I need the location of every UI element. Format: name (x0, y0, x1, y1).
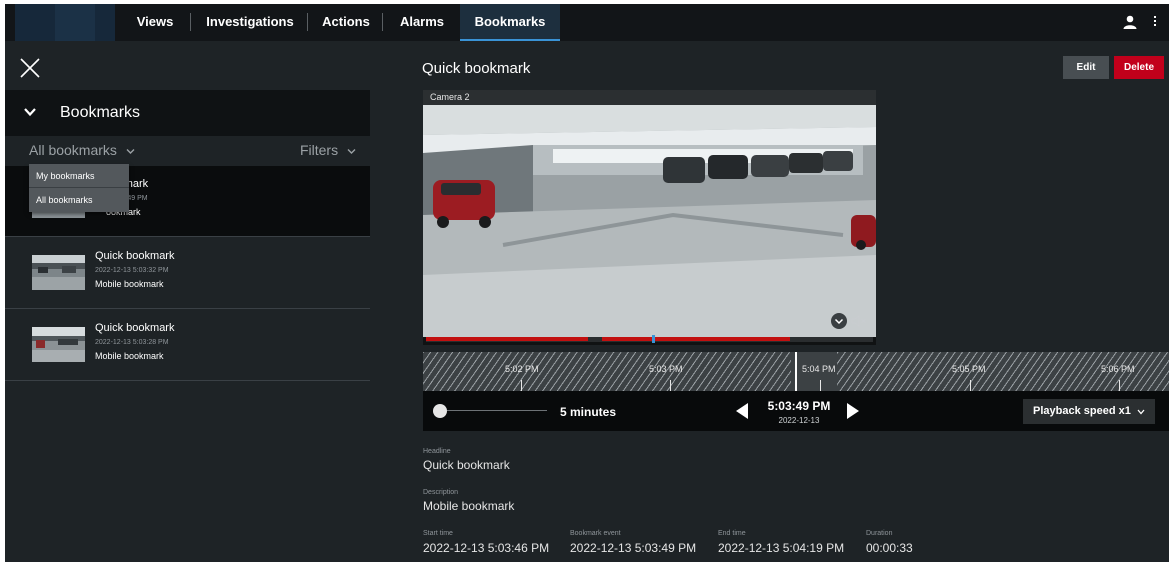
timeline-tick (970, 380, 971, 391)
nav-views[interactable]: Views (127, 4, 183, 41)
nav-investigations[interactable]: Investigations (201, 4, 299, 41)
playback-speed-label: Playback speed x1 (1033, 405, 1131, 417)
chevron-down-icon (126, 149, 135, 154)
next-icon[interactable] (847, 403, 859, 419)
app-logo (15, 4, 115, 41)
end-time-label: End time (718, 530, 746, 537)
bookmark-thumbnail (32, 255, 85, 290)
previous-icon[interactable] (736, 403, 748, 419)
end-time-value: 2022-12-13 5:04:19 PM (718, 541, 845, 555)
nav-separator (382, 13, 383, 31)
bookmark-time: 2022-12-13 5:03:28 PM (95, 339, 169, 346)
description-label: Description (423, 489, 459, 496)
timespan-slider-handle[interactable] (433, 404, 447, 418)
timeline-cursor[interactable] (795, 352, 797, 391)
headline-value: Quick bookmark (423, 458, 510, 472)
playback-controls: 5 minutes 5:03:49 PM 2022-12-13 Playback… (423, 391, 1169, 431)
bookmark-item[interactable]: Quick bookmark 2022-12-13 5:03:28 PM Mob… (5, 310, 370, 381)
timeline-tick (521, 380, 522, 391)
chevron-down-icon (347, 149, 356, 154)
nav-actions[interactable]: Actions (318, 4, 374, 41)
video-progress-bar[interactable] (426, 335, 873, 343)
nav-separator (307, 13, 308, 31)
chevron-down-icon (24, 108, 36, 117)
detail-title: Quick bookmark (422, 60, 531, 77)
timeline-label: 5:06 PM (1101, 364, 1135, 374)
app-window: Views Investigations Actions Alarms Book… (5, 4, 1169, 562)
bookmark-event-label: Bookmark event (570, 530, 621, 537)
dropdown-option-all-bookmarks[interactable]: All bookmarks (29, 188, 129, 212)
duration-value: 00:00:33 (866, 541, 913, 555)
top-navigation: Views Investigations Actions Alarms Book… (5, 4, 1169, 41)
filters-label: Filters (299, 142, 339, 158)
bookmark-item[interactable]: Quick bookmark 2022-12-13 5:03:32 PM Mob… (5, 238, 370, 309)
progress-segment (426, 337, 588, 341)
current-time: 5:03:49 PM (767, 399, 831, 413)
timeline-tick (670, 380, 671, 391)
duration-label: Duration (866, 530, 893, 537)
start-time-value: 2022-12-13 5:03:46 PM (423, 541, 550, 555)
video-frame (423, 105, 876, 337)
headline-label: Headline (423, 448, 451, 455)
bookmark-title: Quick bookmark (95, 322, 175, 334)
close-icon[interactable] (19, 57, 41, 79)
timeline-label: 5:05 PM (952, 364, 986, 374)
progress-marker (652, 335, 655, 343)
bookmark-description: Mobile bookmark (95, 279, 164, 289)
dropdown-option-my-bookmarks[interactable]: My bookmarks (29, 164, 129, 188)
playback-speed-select[interactable]: Playback speed x1 (1023, 399, 1155, 424)
progress-segment (602, 337, 790, 341)
chevron-down-icon (1137, 409, 1145, 415)
bookmark-description: Mobile bookmark (95, 351, 164, 361)
video-player[interactable]: Camera 2 (423, 90, 876, 345)
timeline-hatch (423, 352, 791, 391)
filters-toggle[interactable]: Filters (300, 142, 356, 158)
bookmarks-header-title: Bookmarks (60, 104, 141, 121)
bookmark-thumbnail (32, 327, 85, 362)
bookmarks-header[interactable]: Bookmarks (5, 90, 370, 136)
bookmark-event-value: 2022-12-13 5:03:49 PM (570, 541, 697, 555)
timespan-slider-track[interactable] (437, 410, 547, 411)
edit-button[interactable]: Edit (1063, 56, 1109, 79)
timeline-tick (1119, 380, 1120, 391)
timeline-label: 5:04 PM (802, 364, 836, 374)
nav-alarms[interactable]: Alarms (393, 4, 451, 41)
bookmark-scope-dropdown: My bookmarks All bookmarks (29, 164, 129, 212)
user-icon[interactable] (1123, 15, 1137, 29)
delete-button[interactable]: Delete (1114, 56, 1164, 79)
camera-bar: Camera 2 (423, 90, 876, 105)
bookmarks-panel: Bookmarks All bookmarks Filters ookmark … (5, 90, 370, 562)
bookmark-time: 2022-12-13 5:03:32 PM (95, 267, 169, 274)
more-menu-icon[interactable] (1152, 14, 1158, 30)
timeline-label: 5:02 PM (505, 364, 539, 374)
video-overlay-controls (830, 312, 870, 330)
current-date: 2022-12-13 (778, 416, 820, 425)
timespan-label: 5 minutes (560, 405, 617, 419)
nav-bookmarks[interactable]: Bookmarks (460, 4, 560, 41)
bookmark-scope-select[interactable]: All bookmarks (29, 142, 135, 158)
bookmark-scope-value: All bookmarks (29, 142, 117, 158)
timeline-tick (820, 380, 821, 391)
timeline-label: 5:03 PM (649, 364, 683, 374)
description-value: Mobile bookmark (423, 499, 515, 513)
filter-row: All bookmarks Filters (5, 136, 370, 166)
bookmark-title: Quick bookmark (95, 250, 175, 262)
start-time-label: Start time (423, 530, 453, 537)
timeline[interactable]: 5:02 PM 5:03 PM 5:04 PM 5:05 PM 5:06 PM (423, 352, 1169, 391)
camera-label: Camera 2 (430, 92, 470, 102)
nav-separator (190, 13, 191, 31)
